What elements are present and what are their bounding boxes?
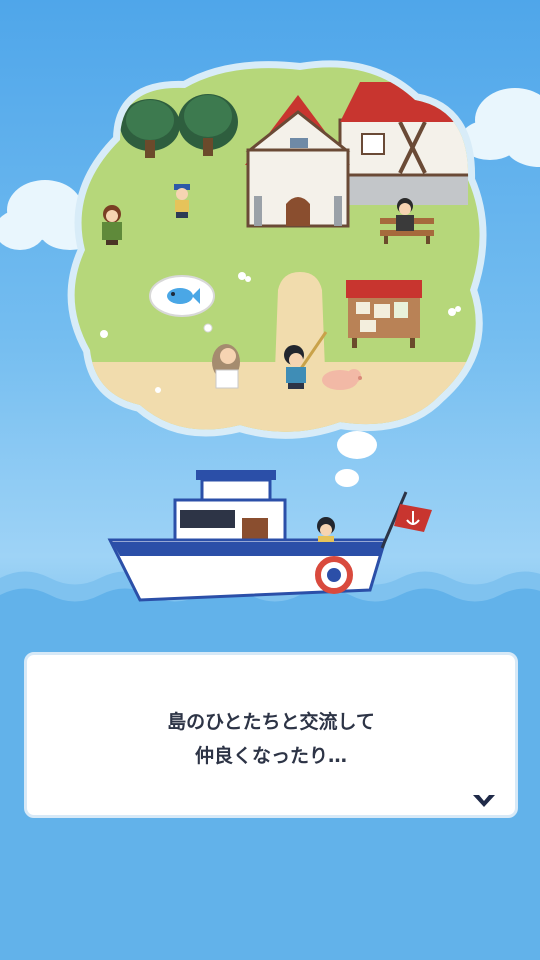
dialog-box[interactable]: 島のひとたちと交流して 仲良くなったり… [24, 652, 518, 818]
island-scene [74, 67, 480, 432]
life-ring [315, 556, 353, 594]
notice-board [346, 280, 422, 348]
villager-girl [102, 205, 122, 245]
dialog-line-2: 仲良くなったり… [194, 745, 347, 767]
chevron-down-icon[interactable] [471, 793, 497, 811]
dialog-text: 島のひとたちと交流して 仲良くなったり… [27, 705, 515, 773]
villager-long-hair [212, 344, 240, 389]
dialog-line-1: 島のひとたちと交流して [167, 711, 375, 733]
boat [107, 470, 432, 602]
thought-bubble [67, 60, 487, 439]
villager-boy [174, 184, 190, 218]
passenger [317, 517, 335, 542]
thought-dots [335, 431, 377, 487]
flag-pole [380, 491, 432, 549]
